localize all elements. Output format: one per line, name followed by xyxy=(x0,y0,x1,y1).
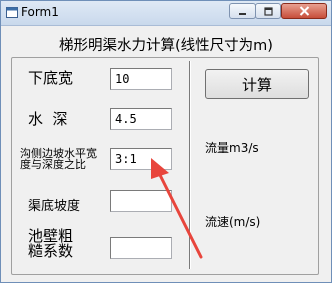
annotation-arrow xyxy=(151,158,203,259)
form1-window: Form1 梯形明渠水力计算(线性尺寸为m) 下底宽 10 水 深 4.5 沟侧… xyxy=(0,0,332,283)
